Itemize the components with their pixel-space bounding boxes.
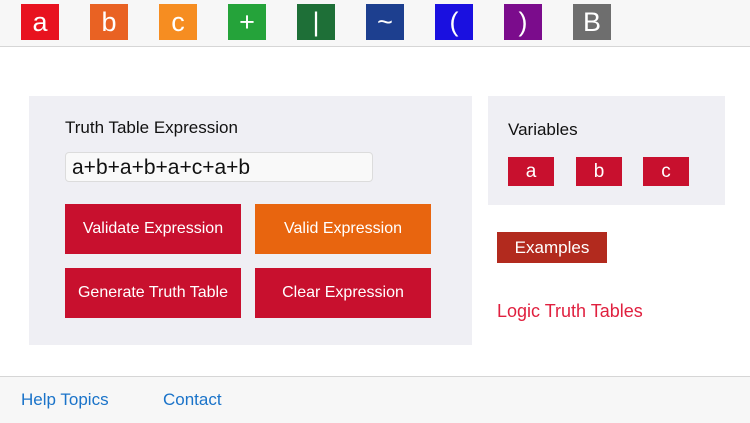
validate-expression-button[interactable]: Validate Expression xyxy=(65,204,241,254)
key-close-paren[interactable]: ) xyxy=(504,4,542,40)
variable-a-button[interactable]: a xyxy=(508,157,554,186)
generate-truth-table-button[interactable]: Generate Truth Table xyxy=(65,268,241,318)
variable-c-button[interactable]: c xyxy=(643,157,689,186)
key-not[interactable]: ~ xyxy=(366,4,404,40)
footer: Help Topics Contact xyxy=(0,376,750,423)
key-or[interactable]: | xyxy=(297,4,335,40)
variables-title: Variables xyxy=(508,120,578,139)
symbol-toolbar: a b c + | ~ ( ) B xyxy=(0,0,750,47)
examples-button[interactable]: Examples xyxy=(497,232,607,263)
key-c[interactable]: c xyxy=(159,4,197,40)
expression-label: Truth Table Expression xyxy=(65,118,238,137)
logic-truth-tables-link[interactable]: Logic Truth Tables xyxy=(497,301,643,322)
expression-input[interactable]: a+b+a+b+a+c+a+b xyxy=(65,152,373,182)
key-open-paren[interactable]: ( xyxy=(435,4,473,40)
expression-panel: Truth Table Expression a+b+a+b+a+c+a+b V… xyxy=(29,96,472,345)
valid-expression-status-button[interactable]: Valid Expression xyxy=(255,204,431,254)
contact-link[interactable]: Contact xyxy=(163,390,222,410)
key-backspace[interactable]: B xyxy=(573,4,611,40)
help-topics-link[interactable]: Help Topics xyxy=(21,390,109,410)
key-plus[interactable]: + xyxy=(228,4,266,40)
key-b[interactable]: b xyxy=(90,4,128,40)
clear-expression-button[interactable]: Clear Expression xyxy=(255,268,431,318)
variables-panel: Variables a b c xyxy=(488,96,725,205)
variable-b-button[interactable]: b xyxy=(576,157,622,186)
key-a[interactable]: a xyxy=(21,4,59,40)
